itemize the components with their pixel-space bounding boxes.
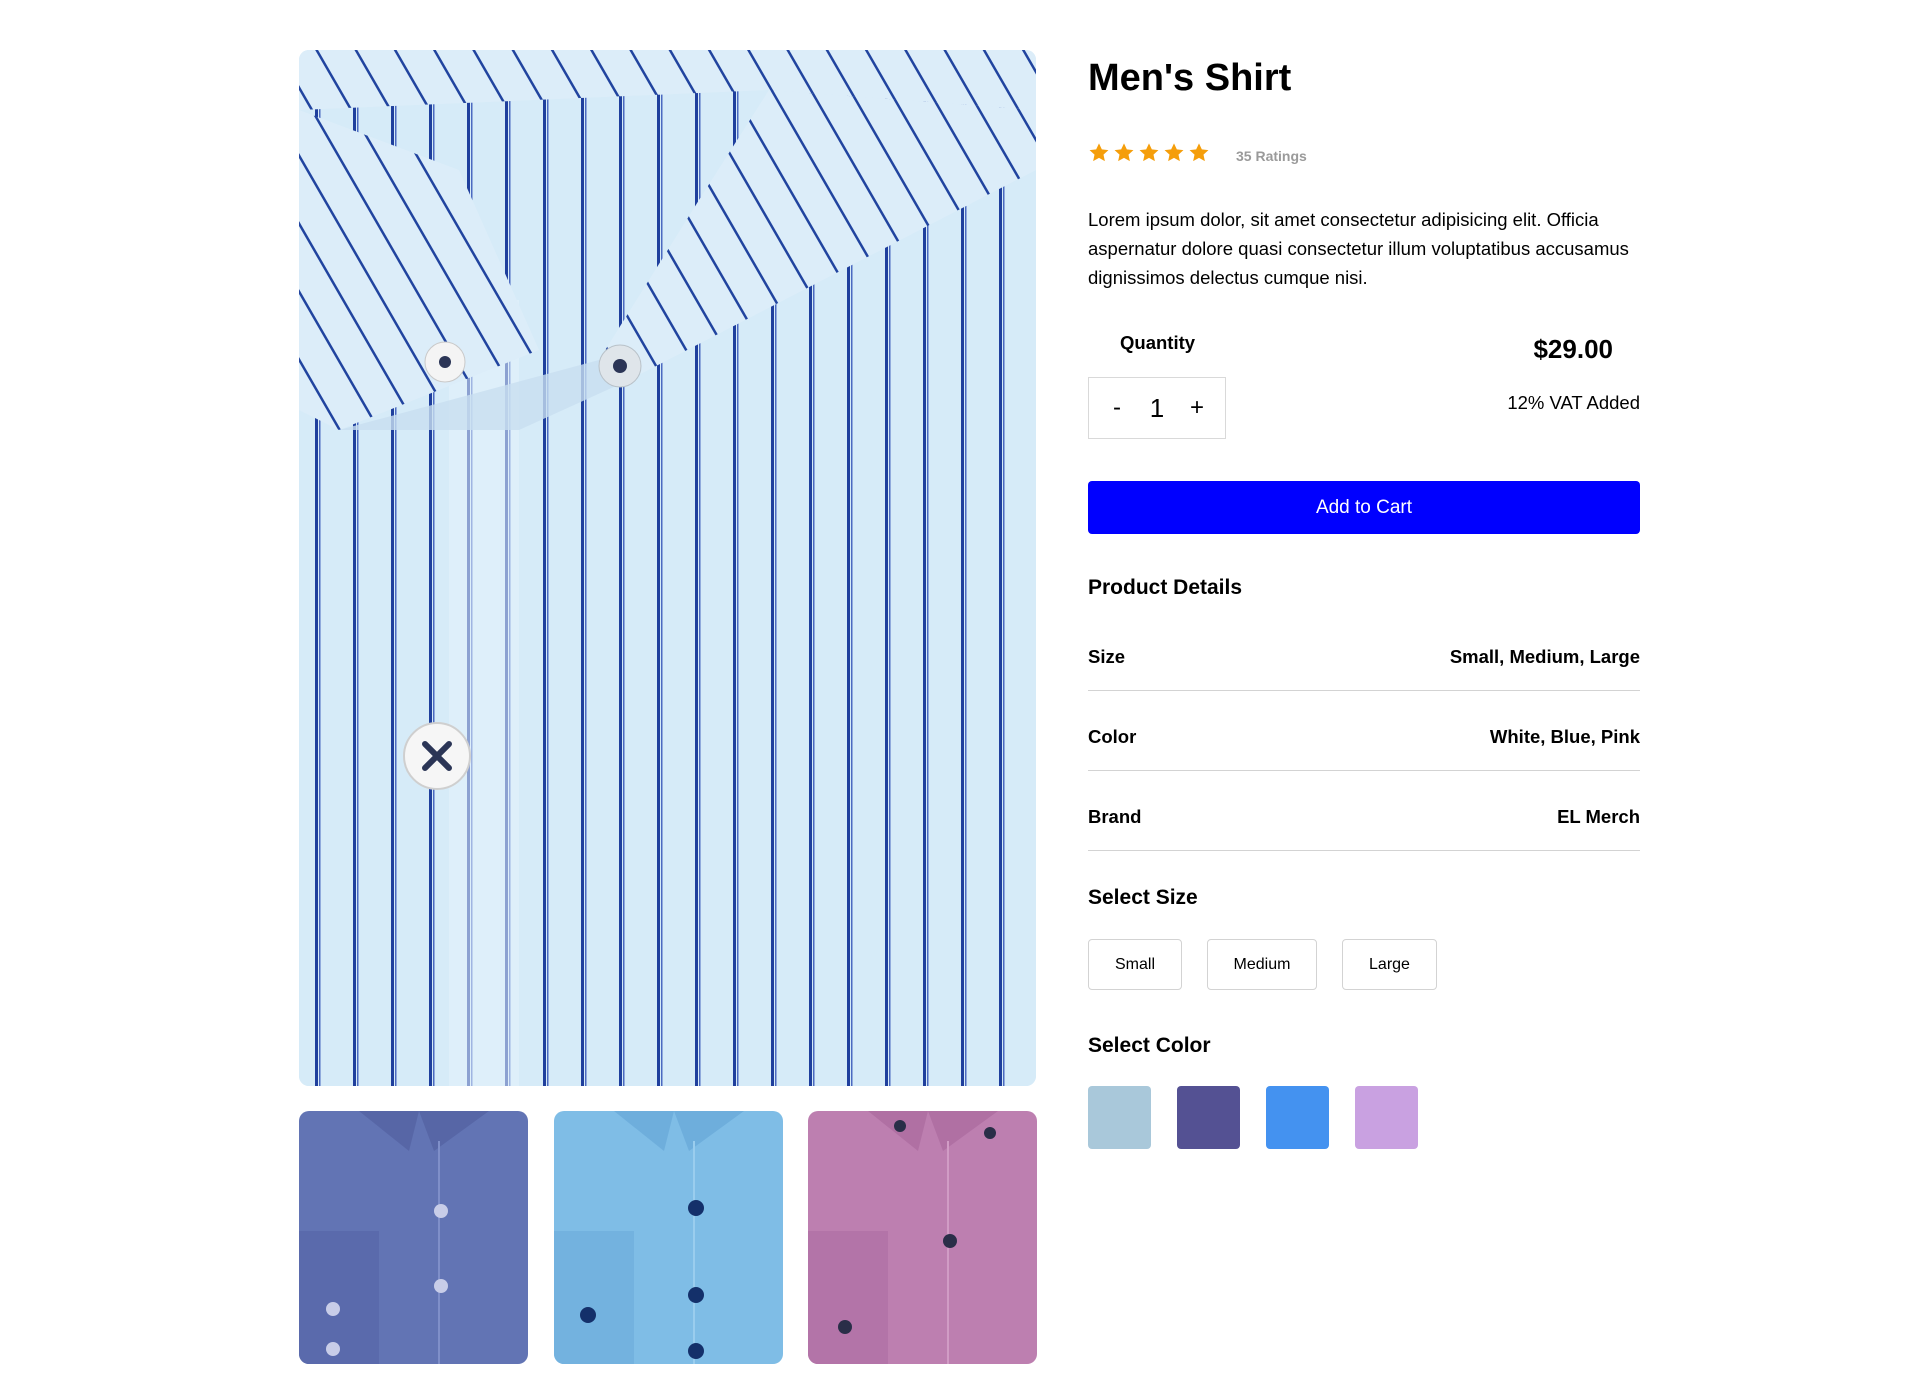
ratings-count: 35 Ratings [1236,148,1307,164]
increment-button[interactable]: + [1187,394,1207,422]
sky-blue-shirt-image [554,1111,783,1364]
quantity-stepper: - 1 + [1088,377,1226,439]
thumbnail-pink-shirt[interactable] [808,1111,1037,1364]
color-swatch-blue[interactable] [1266,1086,1329,1149]
color-options [1088,1086,1418,1149]
product-description: Lorem ipsum dolor, sit amet consectetur … [1088,209,1629,288]
detail-value: Small, Medium, Large [1449,646,1640,667]
detail-label: Size [1088,646,1126,667]
color-swatch-light-blue[interactable] [1088,1086,1151,1149]
color-swatch-lavender[interactable] [1355,1086,1418,1149]
thumbnail-navy-shirt[interactable] [299,1111,528,1364]
detail-row-color: Color White, Blue, Pink [1088,726,1640,771]
decrement-button[interactable]: - [1107,394,1127,422]
detail-value: EL Merch [1557,806,1640,827]
product-details-heading: Product Details [1088,576,1243,599]
detail-value: White, Blue, Pink [1489,726,1640,747]
select-size-heading: Select Size [1088,886,1198,909]
star-rating [1088,142,1210,164]
product-price: $29.00 [1533,334,1613,364]
quantity-label: Quantity [1120,332,1196,353]
select-color-heading: Select Color [1088,1034,1211,1057]
size-small-button[interactable]: Small [1088,939,1182,990]
detail-row-size: Size Small, Medium, Large [1088,646,1640,691]
quantity-value: 1 [1149,392,1165,423]
thumbnail-sky-blue-shirt[interactable] [554,1111,783,1364]
product-title: Men's Shirt [1088,57,1292,99]
pink-shirt-image [808,1111,1037,1364]
detail-label: Brand [1088,806,1142,827]
size-options: Small Medium Large [1088,939,1437,990]
star-icon [1189,143,1209,162]
main-product-image [299,50,1036,1086]
star-icon [1139,143,1159,162]
color-swatch-indigo[interactable] [1177,1086,1240,1149]
detail-label: Color [1088,726,1137,747]
add-to-cart-button[interactable]: Add to Cart [1088,481,1640,534]
navy-shirt-image [299,1111,528,1364]
shirt-image [299,50,1036,1086]
star-icon [1164,143,1184,162]
size-large-button[interactable]: Large [1342,939,1437,990]
detail-row-brand: Brand EL Merch [1088,806,1640,851]
size-medium-button[interactable]: Medium [1207,939,1317,990]
vat-note: 12% VAT Added [1507,392,1640,413]
star-icon [1114,143,1134,162]
star-icon [1089,143,1109,162]
